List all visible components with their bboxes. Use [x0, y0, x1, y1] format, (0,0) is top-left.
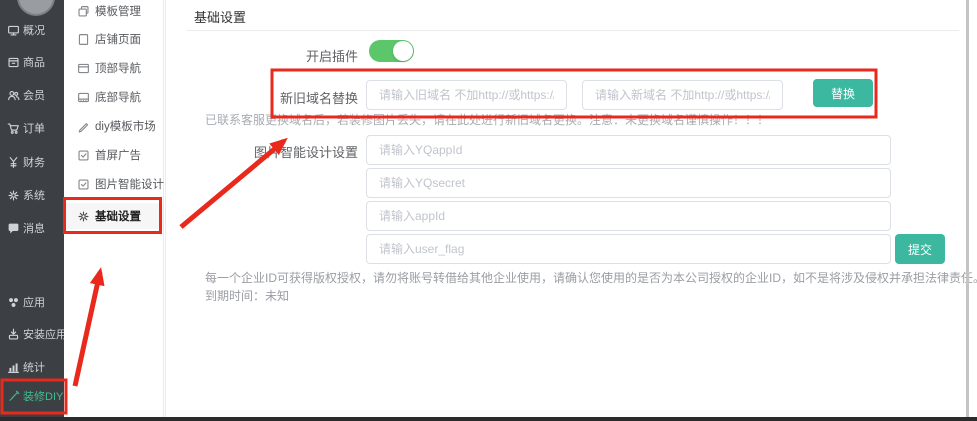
sidebar-item-label: 顶部导航: [95, 60, 141, 76]
sidebar-item-系统[interactable]: 系统: [0, 184, 64, 206]
avatar[interactable]: [17, 0, 55, 16]
sidebar-item-label: 订单: [23, 120, 45, 136]
sidebar-item-label: 装修DIY: [23, 388, 63, 404]
window-bottom-edge: [0, 417, 977, 421]
sidebar-item-label: 首屏广告: [95, 147, 141, 163]
yqsecret-input[interactable]: [366, 168, 891, 198]
title-divider: [187, 30, 959, 31]
stats-icon: [7, 361, 20, 374]
sidebar-item-图片智能设计[interactable]: 图片智能设计: [64, 171, 163, 197]
new-domain-input[interactable]: [582, 80, 783, 110]
sidebar-item-店铺页面[interactable]: 店铺页面: [64, 26, 163, 52]
pencil-icon: [77, 120, 90, 133]
bottomnav-icon: [77, 91, 90, 104]
sidebar-item-底部导航[interactable]: 底部导航: [64, 84, 163, 110]
sidebar-item-label: 应用: [23, 294, 45, 310]
badge-icon: [77, 178, 90, 191]
toggle-knob: [393, 41, 413, 61]
sidebar-item-label: 安装应用: [23, 326, 67, 342]
sidebar-item-label: 基础设置: [95, 208, 141, 224]
sidebar-item-label: 统计: [23, 359, 45, 375]
wrench-icon: [7, 390, 20, 403]
main-content: 基础设置 开启插件 新旧域名替换 替换 已联系客服更换域名后，若装修图片丢失，请…: [165, 0, 966, 417]
sidebar-item-首屏广告[interactable]: 首屏广告: [64, 142, 163, 168]
yen-icon: [7, 156, 20, 169]
sidebar-item-label: 图片智能设计: [95, 176, 164, 192]
submit-button[interactable]: 提交: [895, 234, 945, 264]
sidebar-item-label: diy模板市场: [95, 118, 156, 134]
sidebar-item-消息[interactable]: 消息: [0, 217, 64, 239]
cart-icon: [7, 122, 20, 135]
sidebar-item-label: 财务: [23, 154, 45, 170]
old-domain-input[interactable]: [366, 80, 567, 110]
gear-icon: [77, 210, 90, 223]
page-title: 基础设置: [194, 7, 246, 26]
sidebar-item-顶部导航[interactable]: 顶部导航: [64, 55, 163, 81]
sidebar-item-财务[interactable]: 财务: [0, 151, 64, 173]
user-flag-input[interactable]: [366, 234, 891, 264]
apps-icon: [7, 296, 20, 309]
monitor-icon: [7, 24, 20, 37]
design-settings-label: 图片智能设计设置: [166, 142, 358, 161]
badge-icon: [77, 149, 90, 162]
diy-submenu-sidebar: 模板管理店铺页面顶部导航底部导航 diy模板市场首屏广告图片智能设计基础设置: [64, 0, 164, 417]
templates-icon: [77, 5, 90, 18]
sidebar-item-label: 消息: [23, 220, 45, 236]
install-icon: [7, 328, 20, 341]
sidebar-item-安装应用[interactable]: 安装应用: [0, 323, 64, 345]
sidebar-item-diy模板市场[interactable]: diy模板市场: [64, 113, 163, 139]
domain-replace-hint: 已联系客服更换域名后，若装修图片丢失，请在此处进行新旧域名更换。注意：未更换域名…: [205, 111, 769, 128]
sidebar-item-label: 会员: [23, 87, 45, 103]
sidebar-item-label: 商品: [23, 54, 45, 70]
license-notice: 每一个企业ID可获得版权授权，请勿将账号转借给其他企业使用，请确认您使用的是否为…: [205, 269, 977, 286]
page-icon: [77, 33, 90, 46]
sidebar-item-模板管理[interactable]: 模板管理: [64, 0, 163, 24]
sidebar-item-label: 系统: [23, 187, 45, 203]
gear-icon: [7, 189, 20, 202]
sidebar-item-label: 底部导航: [95, 89, 141, 105]
appid-input[interactable]: [366, 201, 891, 231]
domain-replace-label: 新旧域名替换: [166, 88, 358, 107]
sidebar-item-基础设置[interactable]: 基础设置: [64, 203, 163, 229]
sidebar-item-label: 模板管理: [95, 3, 141, 19]
sidebar-item-商品[interactable]: 商品: [0, 51, 64, 73]
goods-icon: [7, 56, 20, 69]
sidebar-item-应用[interactable]: 应用: [0, 291, 64, 313]
sidebar-item-label: 店铺页面: [95, 31, 141, 47]
sidebar-item-label: 概况: [23, 22, 45, 38]
sidebar-item-订单[interactable]: 订单: [0, 117, 64, 139]
sidebar-item-装修diy[interactable]: 装修DIY: [0, 385, 64, 407]
topnav-icon: [77, 62, 90, 75]
sidebar-item-统计[interactable]: 统计: [0, 356, 64, 378]
yqappid-input[interactable]: [366, 135, 891, 165]
chat-icon: [7, 222, 20, 235]
sidebar-item-概况[interactable]: 概况: [0, 19, 64, 41]
app-window: 概况商品会员订单财务系统消息应用安装应用统计装修DIY 模板管理店铺页面顶部导航…: [0, 0, 977, 421]
plugin-toggle-label: 开启插件: [166, 46, 358, 65]
expiry-notice: 到期时间：未知: [205, 287, 289, 304]
replace-button[interactable]: 替换: [813, 79, 873, 107]
plugin-toggle[interactable]: [369, 40, 414, 62]
main-sidebar: 概况商品会员订单财务系统消息应用安装应用统计装修DIY: [0, 0, 64, 417]
window-right-edge: [966, 0, 969, 417]
users-icon: [7, 89, 20, 102]
sidebar-item-会员[interactable]: 会员: [0, 84, 64, 106]
